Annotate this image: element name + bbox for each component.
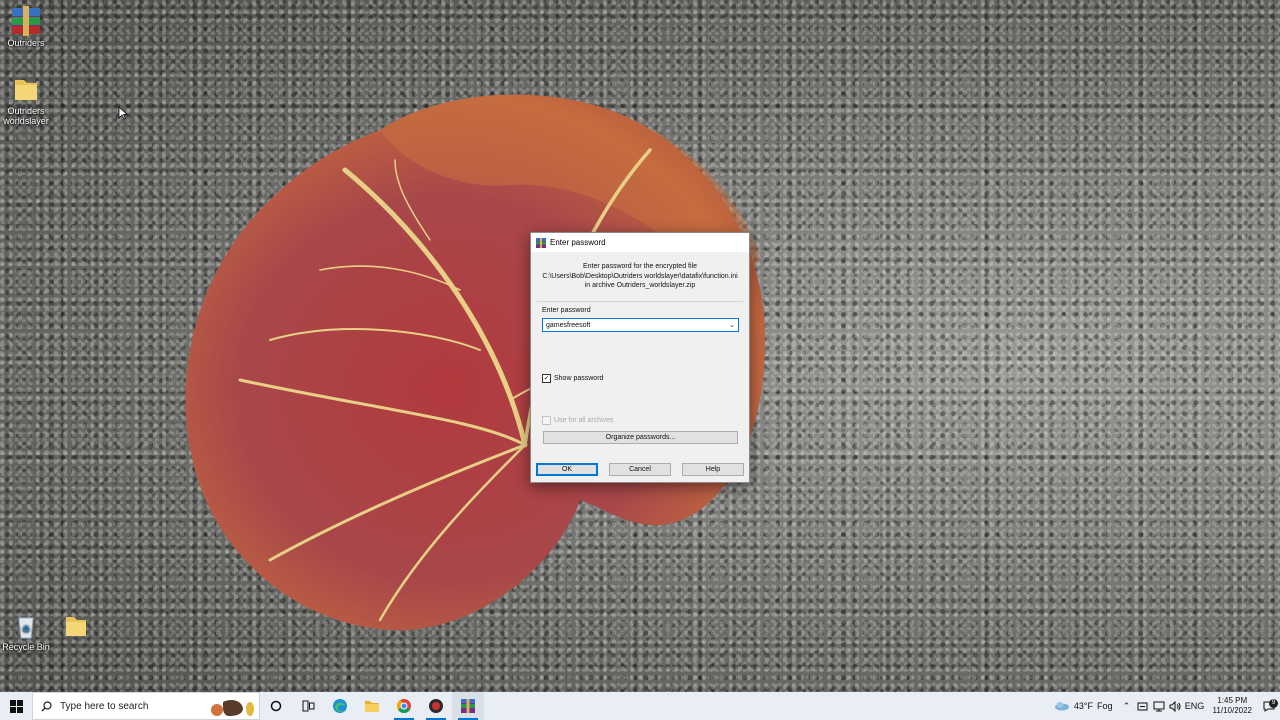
password-input[interactable]: gamesfreesoft ⌄ [542,318,739,332]
onedrive-tray-button[interactable] [1135,701,1151,712]
show-password-checkbox[interactable]: ✓ Show password [542,374,603,383]
network-tray-button[interactable] [1151,701,1167,712]
chrome-icon [396,699,411,714]
winrar-icon [461,699,475,713]
folder-icon [15,80,37,100]
desktop-icon-folder[interactable] [50,612,102,642]
desktop-icon-outriders-folder[interactable]: Outriders worldslayer [0,74,52,126]
edge-icon [333,699,347,713]
taskbar: Type here to search 43°F Fog ⌃ ENG 1:45 … [0,692,1280,720]
taskbar-app-winrar[interactable] [452,692,484,720]
help-button[interactable]: Help [682,463,744,476]
use-for-all-label: Use for all archives [554,417,614,424]
folder-icon [66,617,86,636]
mouse-cursor-icon [118,106,128,120]
task-view-icon [302,700,314,712]
weather-desc: Fog [1097,701,1113,711]
system-tray: 43°F Fog ⌃ ENG 1:45 PM 11/10/2022 9 [1048,692,1280,720]
clock-time: 1:45 PM [1217,696,1248,705]
desktop-icon-outriders-archive[interactable]: Outriders [0,6,52,48]
network-icon [1153,701,1165,711]
recycle-bin-icon: ♻ [18,617,34,639]
organize-passwords-button[interactable]: Organize passwords... [543,431,738,444]
cancel-button[interactable]: Cancel [609,463,671,476]
search-icon [41,700,52,711]
show-password-label: Show password [554,375,604,382]
language-indicator[interactable]: ENG [1183,701,1207,711]
cortana-button[interactable] [260,692,292,720]
desktop-icon-label: Outriders worldslayer [3,106,49,126]
use-for-all-archives-checkbox[interactable]: Use for all archives [542,416,614,425]
encrypted-file-info: Enter password for the encrypted file C:… [531,262,749,291]
divider [537,301,743,302]
task-view-button[interactable] [292,692,324,720]
archive-name: in archive Outriders_worldslayer.zip [584,282,696,289]
taskbar-app-chrome[interactable] [388,692,420,720]
action-center-button[interactable]: 9 [1258,698,1280,712]
cortana-circle-icon [270,700,282,712]
desktop-icon-label: Outriders [7,38,45,48]
desktop-icon-recycle-bin[interactable]: ♻ Recycle Bin [0,612,52,652]
enter-password-dialog: Enter password Enter password for the en… [530,232,750,483]
info-line: Enter password for the encrypted file [582,263,697,270]
dialog-title: Enter password [550,238,606,247]
taskbar-app-file-explorer[interactable] [356,692,388,720]
taskbar-app-obs[interactable] [420,692,452,720]
taskbar-app-edge[interactable] [324,692,356,720]
svg-text:♻: ♻ [22,624,30,634]
obs-icon [429,699,443,713]
fog-cloud-icon [1054,702,1069,711]
desktop-icon-label: Recycle Bin [2,642,50,652]
search-highlight-icon[interactable] [207,696,257,718]
password-value: gamesfreesoft [546,321,591,329]
language-label: ENG [1184,701,1205,711]
clock-date: 11/10/2022 [1212,706,1252,715]
file-path: C:\Users\Bob\Desktop\Outriders worldslay… [542,272,738,280]
weather-temp: 43°F [1073,701,1094,711]
chevron-up-icon: ⌃ [1122,700,1131,711]
dialog-titlebar[interactable]: Enter password [531,233,749,252]
tray-app-icon [1137,702,1148,710]
speaker-icon [1169,700,1181,712]
taskbar-search-box[interactable]: Type here to search [32,692,260,720]
file-explorer-icon [365,701,379,712]
clock[interactable]: 1:45 PM 11/10/2022 [1207,696,1258,716]
password-label: Enter password [542,307,591,314]
volume-tray-button[interactable] [1167,700,1183,712]
checkbox-checked-icon[interactable]: ✓ [542,374,551,383]
winrar-icon [536,237,546,248]
ok-button[interactable]: OK [536,463,598,476]
show-hidden-icons-button[interactable]: ⌃ [1119,701,1135,712]
chevron-down-icon[interactable]: ⌄ [729,321,735,329]
search-placeholder: Type here to search [60,700,149,712]
start-button[interactable] [0,692,32,720]
notification-count: 9 [1269,698,1278,708]
winrar-archive-icon [12,6,40,36]
windows-logo-icon [9,699,23,713]
weather-widget[interactable]: 43°F Fog [1048,701,1119,711]
checkbox-unchecked-icon[interactable] [542,416,551,425]
